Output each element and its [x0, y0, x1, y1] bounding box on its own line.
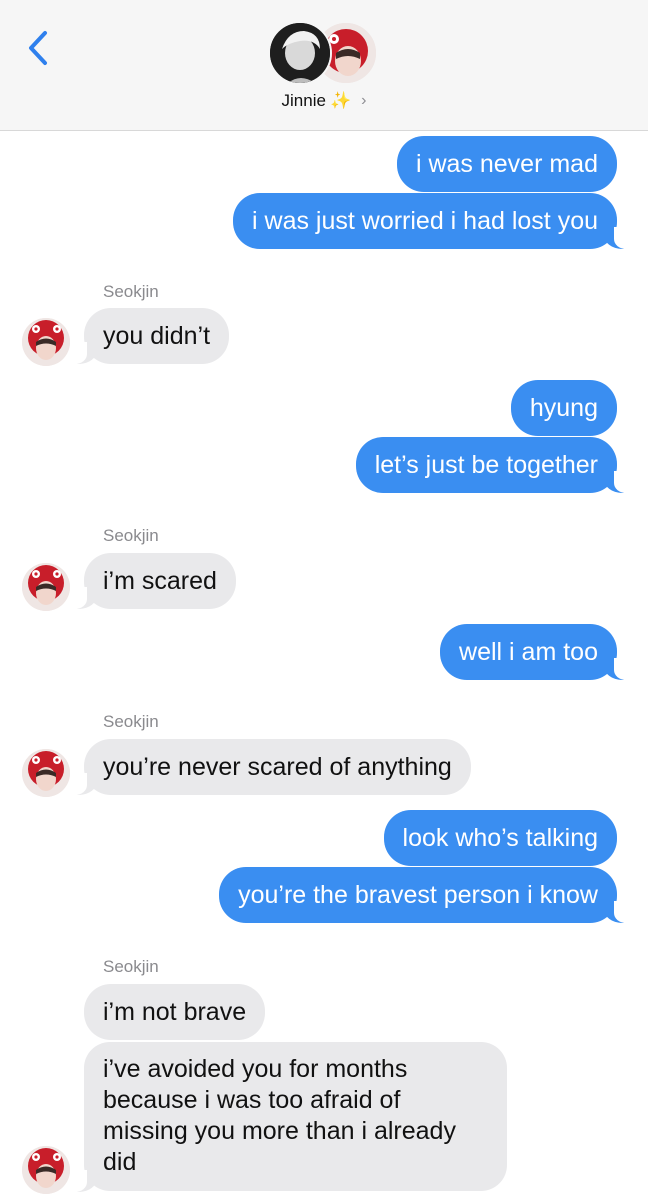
contact-name[interactable]: Jinnie ✨ ›	[0, 91, 648, 111]
chevron-right-icon: ›	[361, 92, 367, 109]
message-bubble-outgoing[interactable]: you’re the bravest person i know	[219, 867, 617, 923]
bubble-tail	[604, 658, 634, 680]
messages-screen: Jinnie ✨ › i was never mad i was just worr…	[0, 0, 648, 1200]
sender-name: Seokjin	[103, 712, 159, 731]
contact-name-label: Jinnie	[281, 91, 326, 110]
conversation-header: Jinnie ✨ ›	[0, 0, 648, 131]
sparkle-icon: ✨	[329, 91, 352, 110]
bubble-tail	[67, 773, 97, 795]
message-bubble-incoming[interactable]: you’re never scared of anything	[84, 739, 471, 795]
bubble-tail	[67, 1170, 97, 1192]
message-bubble-outgoing[interactable]: well i am too	[440, 624, 617, 680]
bubble-tail	[67, 587, 97, 609]
avatar	[268, 21, 332, 85]
message-bubble-outgoing[interactable]: look who’s talking	[383, 810, 617, 866]
avatar[interactable]	[22, 318, 70, 366]
sender-name: Seokjin	[103, 282, 159, 301]
group-avatars[interactable]	[268, 21, 380, 87]
bubble-tail	[604, 227, 634, 249]
back-button[interactable]	[20, 28, 56, 68]
avatar[interactable]	[22, 1146, 70, 1194]
message-bubble-incoming[interactable]: i’m scared	[84, 553, 236, 609]
avatar[interactable]	[22, 563, 70, 611]
sender-name: Seokjin	[103, 526, 159, 545]
bubble-tail	[604, 901, 634, 923]
sender-name: Seokjin	[103, 957, 159, 976]
message-bubble-outgoing[interactable]: let’s just be together	[355, 437, 617, 493]
message-bubble-incoming[interactable]: you didn’t	[84, 308, 230, 364]
bubble-tail	[604, 471, 634, 493]
bubble-tail	[67, 342, 97, 364]
message-bubble-outgoing[interactable]: hyung	[510, 380, 617, 436]
avatar[interactable]	[22, 749, 70, 797]
message-bubble-incoming[interactable]: i’ve avoided you for months because i wa…	[84, 1042, 507, 1191]
message-bubble-outgoing[interactable]: i was never mad	[396, 136, 617, 192]
chevron-left-icon	[29, 31, 47, 65]
message-bubble-outgoing[interactable]: i was just worried i had lost you	[233, 193, 617, 249]
message-bubble-incoming[interactable]: i’m not brave	[84, 984, 266, 1040]
